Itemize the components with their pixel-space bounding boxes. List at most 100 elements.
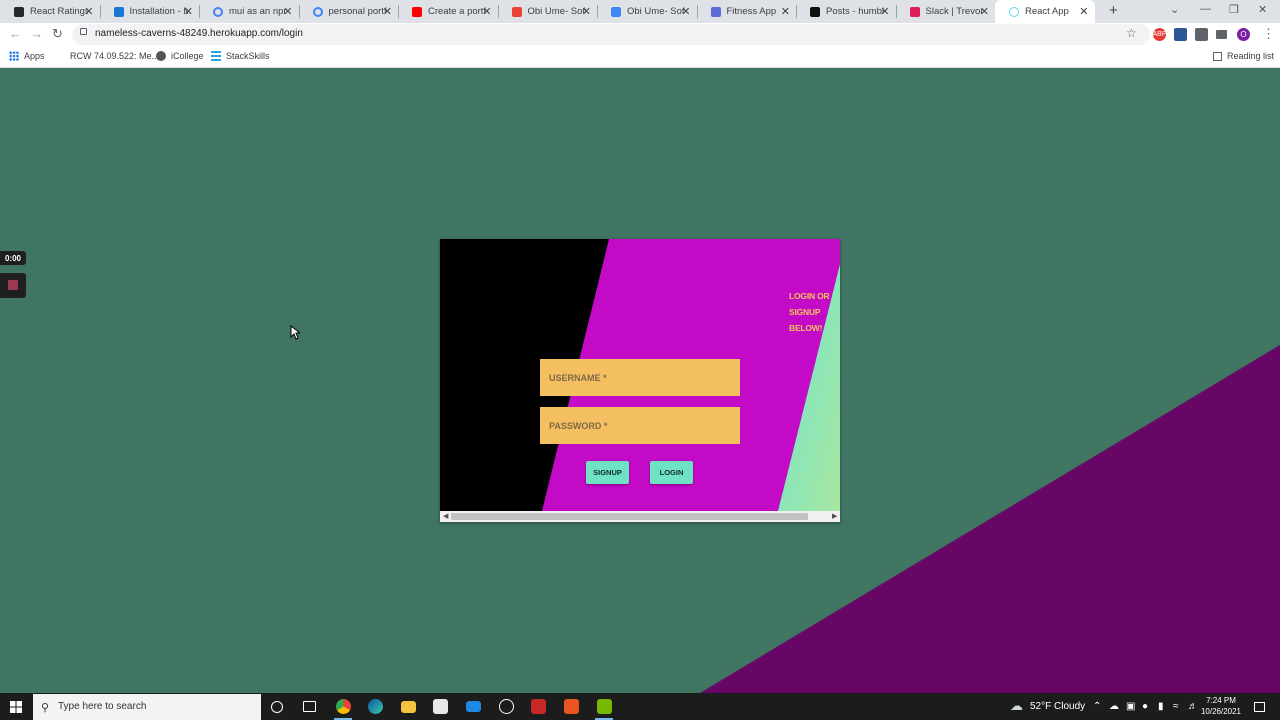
react-icon — [1009, 6, 1019, 17]
windows-start-icon[interactable] — [10, 701, 22, 713]
slack-icon — [909, 6, 920, 17]
bookmark-icollege[interactable]: iCollege — [156, 51, 204, 61]
bookmark-apps[interactable]: Apps — [9, 51, 45, 61]
tab-2[interactable]: mui as an npm p✕ — [199, 0, 299, 23]
bookmarks-bar: Apps RCW 74.09.522: Me... iCollege Stack… — [0, 46, 1280, 68]
tab-1[interactable]: Installation - M ✕ — [100, 0, 200, 23]
stop-icon — [8, 280, 18, 290]
github-icon — [14, 6, 24, 17]
weather-text[interactable]: 52°F Cloudy — [1030, 701, 1085, 712]
signup-button[interactable]: SIGNUP — [586, 461, 629, 484]
close-tab-icon[interactable]: ✕ — [681, 5, 690, 18]
task-view-icon[interactable] — [303, 701, 316, 712]
scrollbar-thumb[interactable] — [451, 513, 808, 520]
edge-icon[interactable] — [368, 699, 383, 714]
show-hidden-icons[interactable]: ⌃ — [1093, 701, 1101, 712]
tab-9[interactable]: Slack | Trevor Z✕ — [896, 0, 996, 23]
tab-6[interactable]: Obi Ume- Softw✕ — [597, 0, 697, 23]
system-clock[interactable]: 7:24 PM 10/26/2021 — [1196, 695, 1246, 717]
close-tab-icon[interactable]: ✕ — [980, 5, 989, 18]
puzzle-icon[interactable] — [1195, 28, 1208, 41]
dell-icon[interactable] — [499, 699, 514, 714]
battery-icon[interactable]: ▮ — [1158, 701, 1164, 712]
chrome-icon[interactable] — [336, 699, 351, 714]
tab-3[interactable]: personal portfo ✕ — [299, 0, 399, 23]
device-icon[interactable]: ▣ — [1126, 701, 1135, 712]
microphone-icon[interactable]: ● — [1142, 701, 1148, 712]
tab-7[interactable]: Fitness App ✕ — [697, 0, 797, 23]
nvidia-icon[interactable] — [597, 699, 612, 714]
app-red-icon[interactable] — [531, 699, 546, 714]
reading-list-button[interactable]: Reading list — [1213, 51, 1274, 61]
login-headline: LOGIN OR SIGNUP BELOW! — [789, 291, 830, 333]
close-tab-icon[interactable]: ✕ — [582, 5, 591, 18]
google-icon — [213, 6, 223, 17]
menu-icon[interactable]: ⋮ — [1262, 26, 1275, 42]
password-input[interactable]: PASSWORD * — [540, 407, 740, 444]
tab-5[interactable]: Obi Ume- Softw✕ — [498, 0, 598, 23]
bookmark-rcw[interactable]: RCW 74.09.522: Me... — [70, 51, 159, 61]
minimize-icon[interactable]: — — [1200, 3, 1211, 15]
login-card: LOGIN OR SIGNUP BELOW! USERNAME * PASSWO… — [440, 239, 840, 522]
clock-time: 7:24 PM — [1206, 696, 1236, 705]
lock-icon[interactable] — [80, 28, 87, 35]
login-button[interactable]: LOGIN — [650, 461, 693, 484]
new-tab-button[interactable]: + — [1109, 2, 1118, 19]
reload-icon[interactable]: ↻ — [52, 26, 63, 42]
youtube-icon — [412, 6, 422, 17]
close-window-icon[interactable]: ✕ — [1258, 3, 1267, 16]
url-text[interactable]: nameless-caverns-48249.herokuapp.com/log… — [95, 28, 303, 39]
notifications-icon[interactable] — [1254, 702, 1265, 712]
tab-title: Posts - humble — [826, 6, 884, 17]
file-explorer-icon[interactable] — [401, 701, 416, 713]
taskbar-search[interactable]: ⚲ Type here to search — [33, 694, 261, 720]
close-tab-icon[interactable]: ✕ — [1079, 5, 1088, 18]
reading-list-icon — [1213, 51, 1222, 61]
taskbar-search-placeholder: Type here to search — [58, 701, 147, 712]
mouse-cursor-icon — [290, 325, 300, 340]
close-tab-icon[interactable]: ✕ — [84, 5, 93, 18]
bookmark-stackskills[interactable]: StackSkills — [211, 51, 270, 61]
windows-taskbar: ⚲ Type here to search ☁ 52°F Cloudy ⌃ ☁ … — [0, 693, 1280, 720]
wifi-icon[interactable]: ≈ — [1173, 701, 1179, 712]
ubuntu-icon[interactable] — [564, 699, 579, 714]
adblock-icon[interactable]: ABP — [1153, 28, 1167, 41]
extension-icon[interactable] — [1174, 28, 1187, 41]
password-placeholder: PASSWORD * — [549, 420, 608, 431]
mail-icon[interactable] — [466, 701, 481, 712]
mui-icon — [113, 6, 124, 17]
scroll-right-icon[interactable]: ▶ — [832, 512, 837, 520]
circle-icon — [810, 6, 820, 17]
back-icon[interactable]: ← — [9, 26, 22, 41]
tab-4[interactable]: Create a portfo ✕ — [398, 0, 498, 23]
google-icon — [312, 6, 323, 17]
close-tab-icon[interactable]: ✕ — [781, 5, 790, 18]
horizontal-scrollbar[interactable]: ◀ ▶ — [440, 511, 840, 522]
search-icon: ⚲ — [41, 702, 50, 714]
close-tab-icon[interactable]: ✕ — [283, 5, 292, 18]
onedrive-icon[interactable]: ☁ — [1109, 701, 1119, 712]
store-icon[interactable] — [433, 699, 448, 714]
close-tab-icon[interactable]: ✕ — [383, 5, 392, 18]
scroll-left-icon[interactable]: ◀ — [443, 512, 448, 520]
profile-avatar[interactable]: O — [1237, 28, 1250, 41]
cortana-icon[interactable] — [271, 701, 283, 713]
username-input[interactable]: USERNAME * — [540, 359, 740, 396]
bookmark-label: RCW 74.09.522: Me... — [70, 51, 160, 61]
maximize-icon[interactable]: ❐ — [1229, 3, 1239, 16]
close-tab-icon[interactable]: ✕ — [880, 5, 889, 18]
media-icon[interactable] — [1216, 30, 1227, 39]
close-tab-icon[interactable]: ✕ — [482, 5, 491, 18]
tab-search-icon[interactable]: ⌄ — [1170, 3, 1179, 16]
tab-0[interactable]: React Ratings D✕ — [0, 0, 100, 23]
close-tab-icon[interactable]: ✕ — [184, 5, 193, 18]
bookmark-star-icon[interactable]: ☆ — [1126, 26, 1137, 40]
tab-8[interactable]: Posts - humble ✕ — [796, 0, 896, 23]
tab-strip: React Ratings D✕Installation - M✕mui as … — [0, 0, 1280, 23]
forward-icon[interactable]: → — [30, 26, 43, 41]
cloud-icon[interactable]: ☁ — [1010, 698, 1023, 714]
tab-10[interactable]: React App ✕ — [995, 0, 1095, 23]
recording-stop-button[interactable] — [0, 273, 26, 298]
apps-grid-icon — [9, 51, 19, 61]
recording-timer: 0:00 — [0, 251, 26, 265]
